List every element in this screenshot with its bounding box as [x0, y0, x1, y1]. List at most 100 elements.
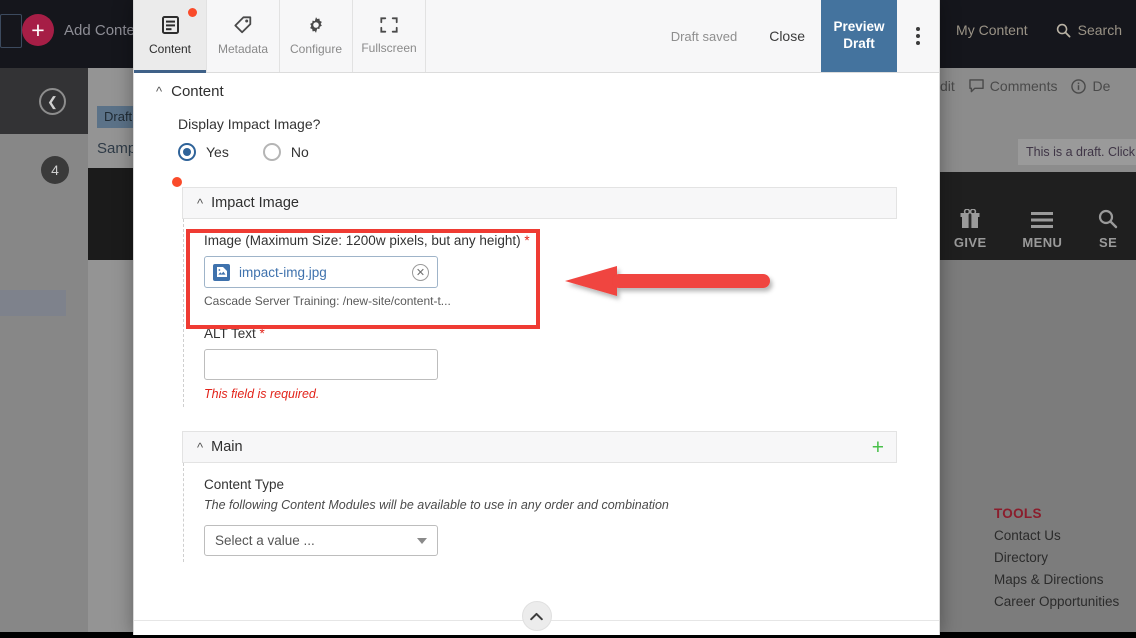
content-type-hint: The following Content Modules will be av…	[204, 498, 669, 512]
tab-content[interactable]: Content	[134, 0, 207, 73]
hamburger-icon	[1031, 212, 1054, 228]
impact-image-panel-title: Impact Image	[211, 195, 299, 211]
display-impact-image-label: Display Impact Image?	[178, 116, 321, 132]
edit-tab[interactable]: dit	[940, 78, 955, 94]
main-panel-body: Content Type The following Content Modul…	[183, 463, 897, 562]
more-vertical-icon[interactable]	[897, 0, 939, 72]
modal-body: ^ Content Display Impact Image? Yes No ^…	[134, 73, 939, 635]
screen: + Add Content My Content Search ❮ 4 Draf…	[0, 0, 1136, 638]
footer-link-maps-directions[interactable]: Maps & Directions	[994, 572, 1119, 587]
modal-toolbar-actions: Draft saved Close Preview Draft	[655, 0, 939, 72]
background-page-title: Samp	[97, 140, 137, 157]
impact-image-panel-header[interactable]: ^ Impact Image	[182, 187, 897, 219]
chevron-up-icon	[530, 612, 543, 620]
alt-text-input[interactable]	[204, 349, 438, 380]
gear-icon	[307, 16, 325, 37]
required-marker: *	[259, 326, 265, 341]
display-impact-image-field: Display Impact Image? Yes No	[134, 110, 939, 161]
main-panel-header[interactable]: ^ Main +	[182, 431, 897, 463]
main-panel-title: Main	[211, 439, 243, 455]
details-label: De	[1092, 78, 1111, 94]
close-button[interactable]: Close	[753, 0, 821, 72]
site-nav-item-search[interactable]: SE	[1098, 209, 1118, 250]
tab-label-metadata: Metadata	[217, 42, 269, 56]
background-black-block	[88, 168, 136, 260]
gift-icon	[960, 209, 980, 228]
tab-label-fullscreen: Fullscreen	[361, 41, 417, 55]
content-editor-modal: Content Metadata Configure Fullscreen Dr…	[133, 0, 940, 635]
image-file-chip[interactable]: impact-img.jpg ✕	[204, 256, 438, 288]
image-file-name: impact-img.jpg	[239, 264, 327, 280]
tab-fullscreen[interactable]: Fullscreen	[353, 0, 426, 72]
footer-tools: TOOLS Contact Us Directory Maps & Direct…	[994, 506, 1119, 609]
image-field-label: Image (Maximum Size: 1200w pixels, but a…	[204, 233, 897, 248]
plus-circle-icon: +	[22, 14, 54, 46]
site-nav-item-menu[interactable]: MENU	[1022, 211, 1062, 250]
alt-text-label: ALT Text *	[204, 326, 897, 341]
comment-icon	[969, 79, 984, 93]
add-content-button[interactable]: + Add Content	[22, 14, 147, 46]
chevron-down-icon	[417, 537, 427, 544]
radio-label-yes: Yes	[206, 144, 229, 160]
radio-label-no: No	[290, 144, 309, 160]
chevron-up-icon: ^	[197, 439, 204, 455]
comments-tab[interactable]: Comments	[969, 78, 1058, 94]
draft-notice-text: This is a draft. Click Su	[1018, 139, 1136, 165]
footer-link-directory[interactable]: Directory	[994, 550, 1119, 565]
content-type-label: Content Type	[204, 477, 285, 492]
tab-label-content: Content	[148, 42, 192, 56]
expand-icon	[380, 17, 398, 36]
site-nav-label-give: GIVE	[953, 235, 987, 250]
background-logo-box	[0, 14, 22, 48]
clear-circle-icon[interactable]: ✕	[412, 263, 429, 281]
radio-dot-no	[262, 143, 281, 161]
my-content-link[interactable]: My Content	[956, 22, 1028, 38]
background-subbar: dit Comments De	[936, 68, 1136, 104]
search-label: Search	[1077, 22, 1122, 38]
site-nav-label-search: SE	[1099, 235, 1118, 250]
background-left-gray	[0, 134, 88, 638]
radio-option-no[interactable]: No	[262, 143, 309, 161]
alt-text-error: This field is required.	[204, 387, 320, 401]
panel-change-indicator-dot	[172, 177, 182, 187]
impact-image-panel-body: Image (Maximum Size: 1200w pixels, but a…	[183, 219, 897, 407]
search-icon	[1098, 209, 1118, 229]
tab-configure[interactable]: Configure	[280, 0, 353, 72]
edit-label: dit	[940, 78, 955, 94]
tag-icon	[234, 16, 252, 37]
footer-link-contact-us[interactable]: Contact Us	[994, 528, 1119, 543]
content-type-select[interactable]: Select a value ...	[204, 525, 438, 556]
footer-tools-title: TOOLS	[994, 506, 1042, 521]
site-nav-label-menu: MENU	[1022, 235, 1063, 250]
preview-draft-button[interactable]: Preview Draft	[821, 0, 897, 72]
chevron-left-circle-icon[interactable]: ❮	[39, 88, 66, 115]
draft-notice-bar: This is a draft. Click Su	[936, 132, 1136, 172]
my-content-label: My Content	[956, 22, 1028, 38]
impact-image-panel: ^ Impact Image Image (Maximum Size: 1200…	[172, 177, 897, 407]
required-marker: *	[524, 233, 530, 248]
notification-badge: 4	[41, 156, 69, 184]
main-panel: ^ Main + Content Type The following Cont…	[182, 431, 897, 562]
document-icon	[161, 16, 179, 37]
plus-icon[interactable]: +	[872, 437, 884, 458]
site-nav-item-give[interactable]: GIVE	[954, 209, 987, 250]
display-impact-image-radio-group: Yes No	[178, 143, 939, 161]
tab-metadata[interactable]: Metadata	[207, 0, 280, 72]
search-link[interactable]: Search	[1056, 22, 1122, 38]
info-icon	[1071, 78, 1087, 94]
footer-link-career-opportunities[interactable]: Career Opportunities	[994, 594, 1119, 609]
chevron-up-icon: ^	[197, 195, 204, 211]
alt-text-label-text: ALT Text	[204, 326, 256, 341]
details-tab[interactable]: De	[1071, 78, 1110, 94]
tab-label-configure: Configure	[289, 42, 343, 56]
collapse-panel-button[interactable]	[521, 601, 552, 631]
background-gap-bar	[936, 104, 1136, 132]
chevron-up-icon: ^	[156, 84, 163, 99]
background-topbar-right: My Content Search	[956, 22, 1122, 38]
image-file-icon	[213, 263, 230, 281]
image-field-label-text: Image (Maximum Size: 1200w pixels, but a…	[204, 233, 521, 248]
radio-option-yes[interactable]: Yes	[178, 143, 229, 161]
modal-toolbar: Content Metadata Configure Fullscreen Dr…	[134, 0, 939, 73]
comments-label: Comments	[989, 78, 1058, 94]
content-section-header[interactable]: ^ Content	[134, 73, 939, 110]
